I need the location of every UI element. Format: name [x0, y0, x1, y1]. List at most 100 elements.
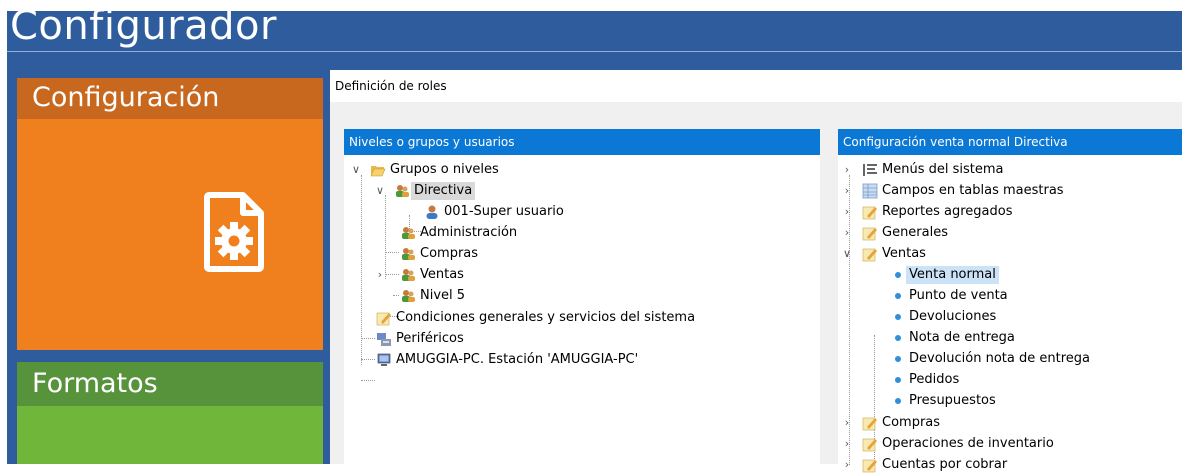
bullet-icon	[895, 377, 901, 383]
tile-formatos-header: Formatos	[17, 362, 323, 406]
tree-label: Condiciones generales y servicios del si…	[396, 310, 696, 325]
tree-label: Periféricos	[396, 331, 464, 346]
tree-label: Menús del sistema	[882, 162, 1004, 177]
tree-label: Pedidos	[909, 372, 960, 387]
tree-label: Operaciones de inventario	[882, 436, 1054, 451]
pencil-note-icon	[862, 417, 877, 431]
group-icon	[402, 227, 415, 239]
tree-node-punto-venta[interactable]: Punto de venta	[838, 286, 1178, 306]
pencil-note-icon	[376, 312, 391, 326]
settings-document-icon	[204, 192, 264, 272]
tree-label: Devolución nota de entrega	[909, 351, 1090, 366]
tile-formatos-label: Formatos	[32, 368, 158, 399]
bullet-icon	[895, 356, 901, 362]
group-icon	[402, 248, 415, 260]
tree-node-cuentas[interactable]: › Cuentas por cobrar	[838, 455, 1178, 475]
bullet-icon	[895, 398, 901, 404]
tree-label: Reportes agregados	[882, 204, 1013, 219]
tree-node-perifericos[interactable]: Periféricos	[344, 329, 814, 349]
app-header: Configurador	[7, 11, 1182, 66]
user-icon	[426, 205, 438, 219]
tree-label: 001-Super usuario	[444, 204, 564, 219]
tree-node-compras[interactable]: › Compras	[838, 413, 1178, 433]
chevron-down-icon[interactable]: ∨	[841, 244, 853, 264]
pencil-note-icon	[862, 227, 877, 241]
tree-label: Campos en tablas maestras	[882, 183, 1064, 198]
tree-node-pedidos[interactable]: Pedidos	[838, 370, 1178, 390]
levels-groups-panel: Niveles o grupos y usuarios ∨ Grupos o n…	[344, 129, 820, 464]
tree-node-operaciones[interactable]: › Operaciones de inventario	[838, 434, 1178, 454]
tree-node-presupuestos[interactable]: Presupuestos	[838, 391, 1178, 411]
tree-label: Presupuestos	[909, 393, 996, 408]
roles-dialog: Definición de roles Niveles o grupos y u…	[330, 70, 1182, 473]
tree-label: Administración	[420, 225, 518, 240]
tile-configuracion[interactable]: Configuración	[17, 78, 323, 350]
tree-label: Compras	[420, 246, 479, 261]
tree-node-super-usuario[interactable]: 001-Super usuario	[344, 202, 814, 222]
tree-label: Directiva	[411, 182, 476, 200]
tree-node-devolucion-nota[interactable]: Devolución nota de entrega	[838, 349, 1178, 369]
levels-panel-header: Niveles o grupos y usuarios	[344, 129, 820, 155]
tree-label: Compras	[882, 415, 941, 430]
pencil-note-icon	[862, 248, 877, 262]
tree-node-compras[interactable]: Compras	[344, 244, 814, 264]
tree-node-directiva[interactable]: ∨ Directiva	[344, 181, 814, 201]
tree-node-reportes[interactable]: › Reportes agregados	[838, 202, 1178, 222]
bullet-icon	[895, 314, 901, 320]
tree-label: Generales	[882, 225, 949, 240]
peripherals-icon	[377, 333, 391, 346]
tile-formatos[interactable]: Formatos	[17, 362, 323, 464]
tree-label: Venta normal	[906, 266, 999, 284]
tree-node-estacion[interactable]: AMUGGIA-PC. Estación 'AMUGGIA-PC'	[344, 350, 814, 370]
chevron-right-icon[interactable]: ›	[841, 434, 853, 454]
tree-node-generales[interactable]: › Generales	[838, 223, 1178, 243]
tree-node-venta-normal[interactable]: Venta normal	[838, 265, 1178, 285]
pencil-note-icon	[862, 438, 877, 452]
chevron-right-icon[interactable]: ›	[841, 223, 853, 243]
computer-icon	[377, 353, 391, 366]
bullet-icon	[895, 335, 901, 341]
menu-list-icon	[863, 164, 877, 176]
group-icon	[396, 185, 409, 197]
chevron-down-icon[interactable]: ∨	[350, 160, 362, 180]
tree-node-condiciones[interactable]: Condiciones generales y servicios del si…	[344, 308, 814, 328]
chevron-right-icon[interactable]: ›	[841, 160, 853, 180]
tree-node-devoluciones[interactable]: Devoluciones	[838, 307, 1178, 327]
chevron-right-icon[interactable]: ›	[841, 181, 853, 201]
chevron-right-icon[interactable]: ›	[374, 265, 386, 285]
dialog-title: Definición de roles	[335, 79, 447, 93]
tree-label: Devoluciones	[909, 309, 997, 324]
pencil-note-icon	[862, 459, 877, 473]
configuration-panel: Configuración venta normal Directiva › M…	[838, 129, 1182, 473]
tree-node-administracion[interactable]: Administración	[344, 223, 814, 243]
pencil-note-icon	[862, 206, 877, 220]
group-icon	[402, 290, 415, 302]
dialog-titlebar: Definición de roles	[330, 70, 1182, 102]
tree-node-ventas[interactable]: › Ventas	[344, 265, 814, 285]
chevron-right-icon[interactable]: ›	[841, 202, 853, 222]
header-divider	[7, 51, 1182, 52]
bullet-icon	[895, 293, 901, 299]
tree-node-campos[interactable]: › Campos en tablas maestras	[838, 181, 1178, 201]
chevron-right-icon[interactable]: ›	[841, 413, 853, 433]
tree-node-menus[interactable]: › Menús del sistema	[838, 160, 1178, 180]
tree-label: Ventas	[420, 267, 464, 282]
tree-label: Punto de venta	[909, 288, 1008, 303]
chevron-right-icon[interactable]: ›	[841, 455, 853, 475]
tree-node-ventas[interactable]: ∨ Ventas	[838, 244, 1178, 264]
tree-label: Cuentas por cobrar	[882, 457, 1008, 472]
tree-guide	[361, 380, 375, 381]
bullet-icon	[895, 272, 901, 278]
tree-node-nota-entrega[interactable]: Nota de entrega	[838, 328, 1178, 348]
tree-label: AMUGGIA-PC. Estación 'AMUGGIA-PC'	[396, 352, 639, 367]
tree-node-nivel5[interactable]: Nivel 5	[344, 286, 814, 306]
app-title: Configurador	[10, 11, 277, 49]
tree-label: Nivel 5	[420, 288, 466, 303]
tile-configuracion-label: Configuración	[32, 82, 220, 113]
tile-configuracion-header: Configuración	[17, 78, 323, 119]
tree-node-grupos[interactable]: ∨ Grupos o niveles	[344, 160, 814, 180]
tree-label: Nota de entrega	[909, 330, 1015, 345]
open-folder-icon	[370, 166, 386, 177]
tree-label: Ventas	[882, 246, 926, 261]
chevron-down-icon[interactable]: ∨	[374, 181, 386, 201]
